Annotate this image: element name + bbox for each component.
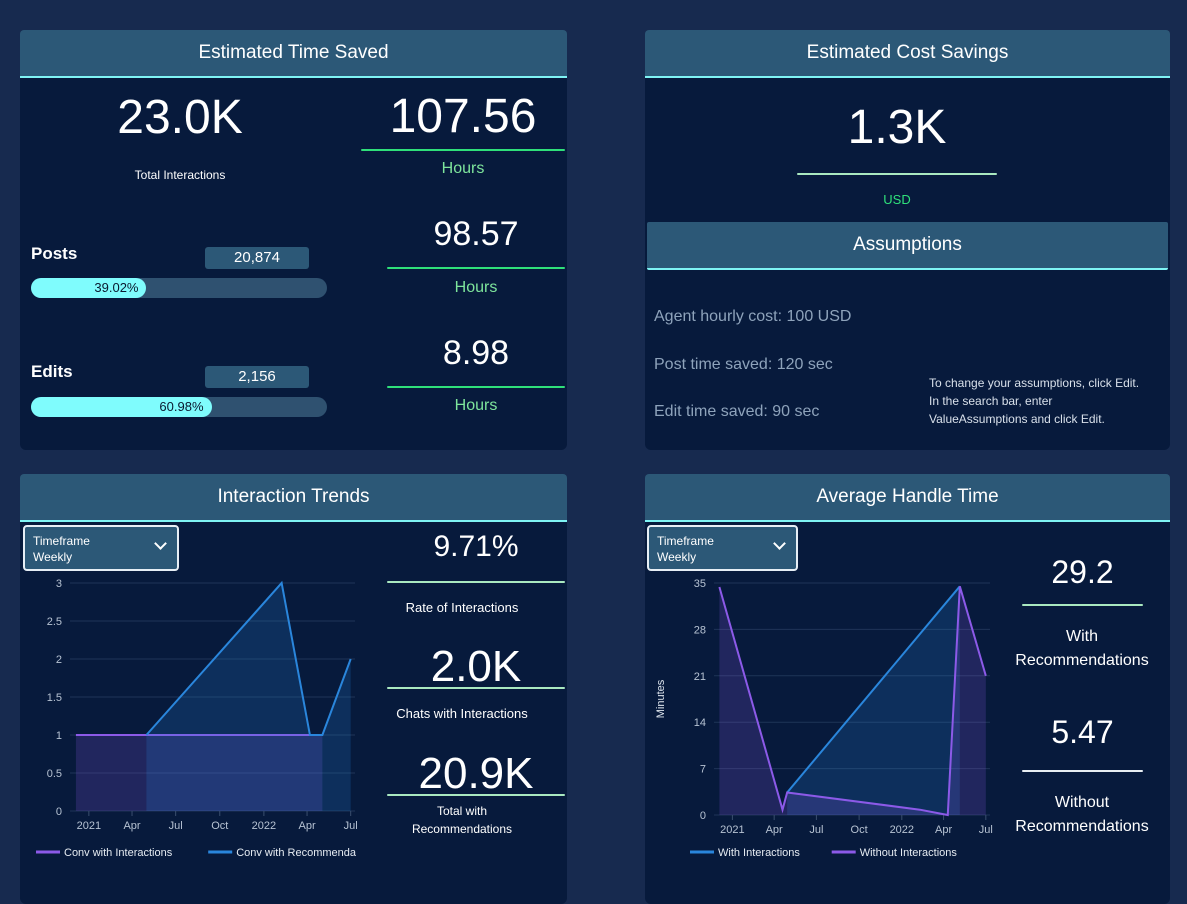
x-tick-label: Jul bbox=[809, 824, 823, 836]
x-tick-label: Apr bbox=[935, 824, 952, 836]
x-tick-label: 2022 bbox=[890, 824, 914, 836]
timeframe-dropdown-label: Timeframe bbox=[657, 534, 714, 548]
edits-progress-fill: 60.98% bbox=[31, 397, 212, 417]
total-hours-label: Hours bbox=[441, 160, 485, 177]
total-interactions-label: Total Interactions bbox=[134, 168, 226, 182]
x-tick-label: Oct bbox=[211, 820, 228, 832]
edits-count-badge: 2,156 bbox=[205, 366, 309, 388]
timeframe-dropdown-label: Timeframe bbox=[33, 534, 90, 548]
x-tick-label: 2021 bbox=[77, 820, 101, 832]
cost-savings-underline bbox=[797, 173, 997, 175]
total-interactions-value: 23.0K bbox=[117, 91, 243, 144]
rate-of-interactions-label: Rate of Interactions bbox=[405, 600, 519, 615]
handle-time-chart: 0 7 14 21 28 35 2021 Apr Jul Oct 2022 Apr Jul Minutes… bbox=[655, 578, 993, 859]
assumption-edit-time-saved: Edit time saved: 90 sec bbox=[654, 403, 820, 420]
legend-label: Conv with Recommenda bbox=[236, 847, 357, 859]
posts-progress-fill: 39.02% bbox=[31, 278, 147, 298]
assumptions-note-line: ValueAssumptions and click Edit. bbox=[929, 412, 1105, 426]
y-axis-label: Minutes bbox=[655, 679, 667, 718]
rate-of-interactions-value: 9.71% bbox=[433, 530, 519, 563]
x-tick-label: Jul bbox=[344, 820, 358, 832]
x-tick-label: Jul bbox=[979, 824, 993, 836]
chats-with-interactions-underline bbox=[387, 687, 565, 689]
chats-with-interactions-label: Chats with Interactions bbox=[396, 706, 528, 721]
total-hours-value: 107.56 bbox=[389, 90, 537, 143]
assumption-post-time-saved: Post time saved: 120 sec bbox=[654, 356, 833, 373]
timeframe-dropdown[interactable]: Timeframe Weekly bbox=[647, 525, 798, 571]
timeframe-dropdown-value: Weekly bbox=[657, 550, 697, 564]
y-tick-label: 14 bbox=[694, 717, 706, 729]
with-recommendations-label: Recommendations bbox=[1015, 652, 1149, 669]
posts-hours-value: 98.57 bbox=[433, 215, 519, 253]
y-tick-label: 1 bbox=[56, 730, 62, 742]
interaction-trends-header: Interaction Trends bbox=[20, 474, 567, 522]
legend-label: Conv with Interactions bbox=[64, 847, 173, 859]
edits-label: Edits bbox=[31, 362, 73, 381]
without-recommendations-underline bbox=[1022, 770, 1143, 772]
posts-count-badge: 20,874 bbox=[205, 247, 309, 269]
without-recommendations-value: 5.47 bbox=[1051, 714, 1114, 750]
y-tick-label: 0.5 bbox=[47, 768, 62, 780]
time-saved-header: Estimated Time Saved bbox=[20, 30, 567, 78]
total-hours-underline bbox=[361, 149, 565, 151]
assumptions-note-line: To change your assumptions, click Edit. bbox=[929, 376, 1140, 390]
without-recommendations-label: Without bbox=[1054, 794, 1110, 811]
posts-hours-underline bbox=[387, 267, 565, 269]
y-tick-label: 3 bbox=[56, 578, 62, 590]
posts-hours-label: Hours bbox=[454, 279, 498, 296]
y-tick-label: 2 bbox=[56, 654, 62, 666]
y-tick-label: 35 bbox=[694, 578, 706, 590]
y-tick-label: 1.5 bbox=[47, 692, 62, 704]
series-area bbox=[787, 586, 960, 815]
assumptions-header: Assumptions bbox=[647, 222, 1168, 270]
edits-hours-label: Hours bbox=[454, 397, 498, 414]
total-with-recommendations-label: Total with bbox=[436, 804, 488, 818]
cost-savings-unit: USD bbox=[883, 192, 911, 207]
assumptions-note-line: In the search bar, enter bbox=[929, 394, 1053, 408]
without-recommendations-label: Recommendations bbox=[1015, 818, 1149, 835]
with-recommendations-label: With bbox=[1066, 628, 1098, 645]
legend-label: Without Interactions bbox=[860, 847, 958, 859]
with-recommendations-value: 29.2 bbox=[1051, 554, 1114, 590]
with-recommendations-underline bbox=[1022, 604, 1143, 606]
total-with-recommendations-value: 20.9K bbox=[418, 749, 534, 798]
total-with-recommendations-label: Recommendations bbox=[411, 822, 513, 836]
x-tick-label: Apr bbox=[766, 824, 783, 836]
y-tick-label: 0 bbox=[56, 806, 62, 818]
x-tick-label: 2022 bbox=[252, 820, 276, 832]
rate-of-interactions-underline bbox=[387, 581, 565, 583]
edits-hours-value: 8.98 bbox=[442, 334, 510, 372]
x-tick-label: Apr bbox=[123, 820, 140, 832]
y-tick-label: 2.5 bbox=[47, 616, 62, 628]
edits-progress-bar: 60.98% bbox=[31, 397, 327, 417]
x-tick-label: Oct bbox=[851, 824, 868, 836]
assumption-agent-hourly-cost: Agent hourly cost: 100 USD bbox=[654, 308, 852, 325]
y-tick-label: 21 bbox=[694, 671, 706, 683]
chats-with-interactions-value: 2.0K bbox=[430, 642, 522, 691]
edits-hours-underline bbox=[387, 386, 565, 388]
y-tick-label: 7 bbox=[700, 764, 706, 776]
posts-label: Posts bbox=[31, 244, 78, 263]
x-tick-label: Apr bbox=[298, 820, 315, 832]
x-tick-label: Jul bbox=[169, 820, 183, 832]
handle-time-header: Average Handle Time bbox=[645, 474, 1170, 522]
posts-progress-bar: 39.02% bbox=[31, 278, 327, 298]
cost-savings-value: 1.3K bbox=[847, 101, 947, 154]
interaction-trends-chart: 0 0.5 1 1.5 2 2.5 3 2021 Apr Jul Oct 2022 Apr Jul Conv… bbox=[36, 578, 358, 859]
total-with-recommendations-underline bbox=[387, 794, 565, 796]
timeframe-dropdown[interactable]: Timeframe Weekly bbox=[23, 525, 179, 571]
x-tick-label: 2021 bbox=[720, 824, 744, 836]
y-tick-label: 0 bbox=[700, 810, 706, 822]
cost-savings-header: Estimated Cost Savings bbox=[645, 30, 1170, 78]
legend-label: With Interactions bbox=[718, 847, 800, 859]
y-tick-label: 28 bbox=[694, 624, 706, 636]
timeframe-dropdown-value: Weekly bbox=[33, 550, 73, 564]
